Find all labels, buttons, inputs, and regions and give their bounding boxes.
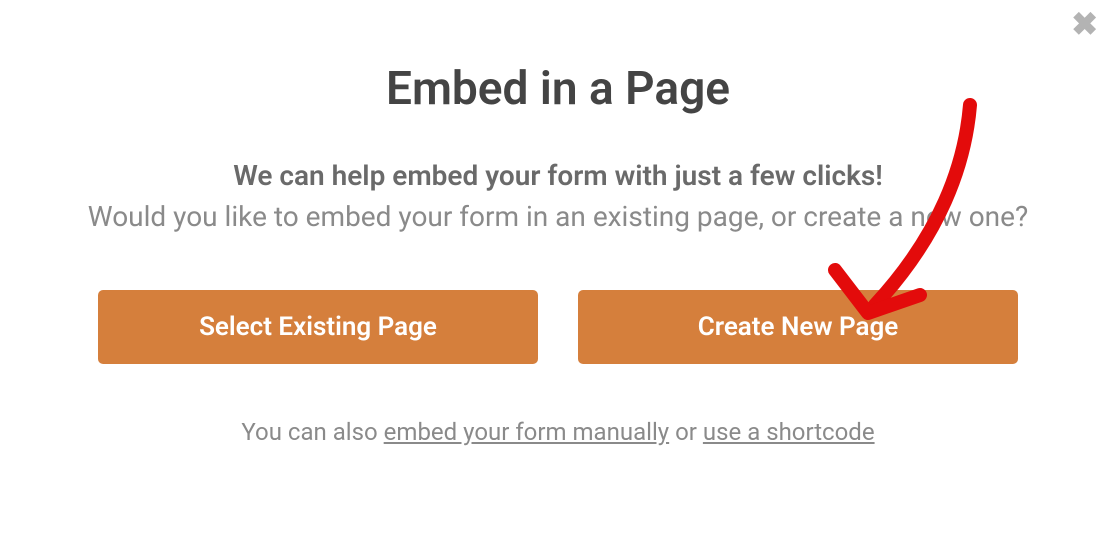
modal-title: Embed in a Page [0, 62, 1116, 116]
subtitle-primary: We can help embed your form with just a … [0, 156, 1116, 195]
embed-manually-link[interactable]: embed your form manually [384, 418, 669, 446]
subtitle-secondary: Would you like to embed your form in an … [0, 197, 1116, 238]
shortcode-link[interactable]: use a shortcode [703, 418, 875, 446]
footer-prefix: You can also [241, 418, 383, 446]
footer-text: You can also embed your form manually or… [0, 418, 1116, 446]
footer-mid: or [669, 418, 703, 446]
create-new-page-button[interactable]: Create New Page [578, 290, 1018, 364]
close-icon[interactable]: ✖ [1071, 8, 1098, 40]
button-row: Select Existing Page Create New Page [0, 290, 1116, 364]
embed-modal: Embed in a Page We can help embed your f… [0, 0, 1116, 446]
select-existing-page-button[interactable]: Select Existing Page [98, 290, 538, 364]
